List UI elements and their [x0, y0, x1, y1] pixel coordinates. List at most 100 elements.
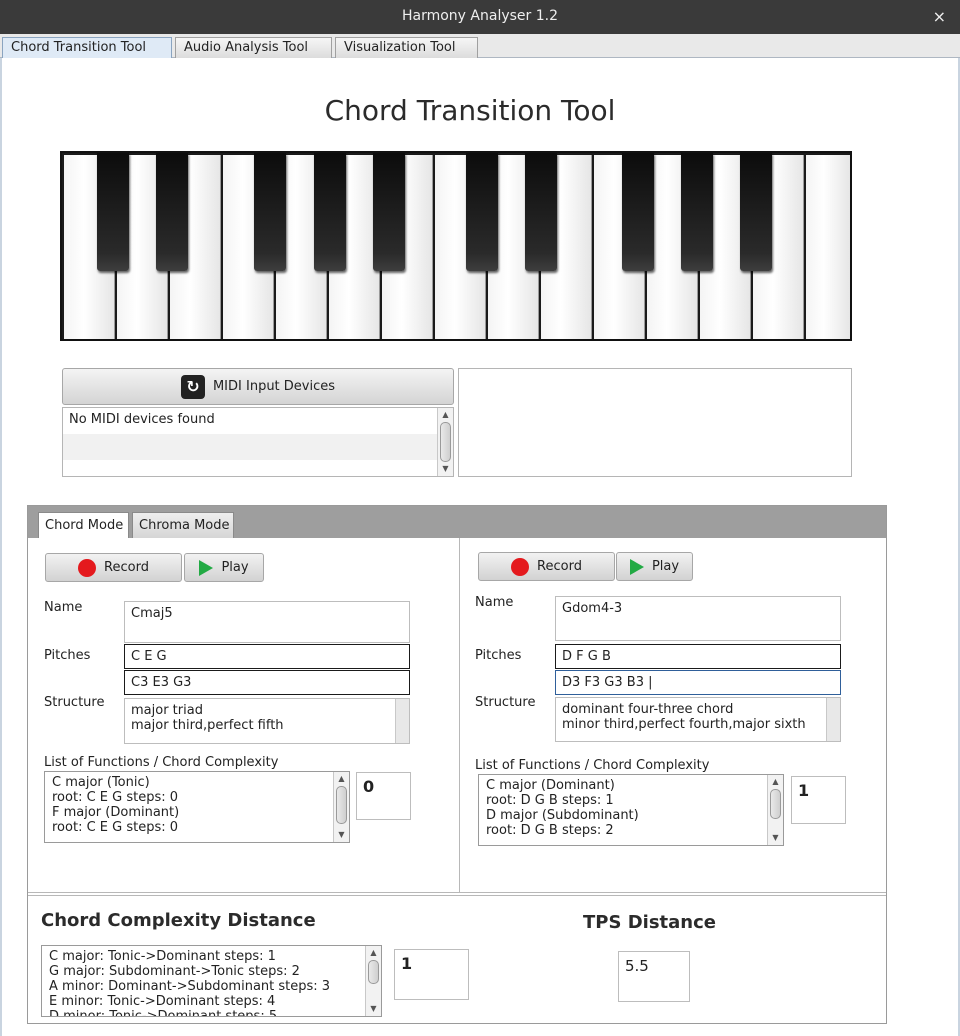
tab-chord-transition-tool[interactable]: Chord Transition Tool [2, 37, 172, 58]
midi-button-label: MIDI Input Devices [212, 379, 336, 394]
piano-black-key[interactable] [740, 153, 772, 271]
scroll-thumb[interactable] [440, 422, 451, 462]
list-item: G major: Subdominant->Tonic steps: 2 [49, 964, 300, 979]
right-structure-area[interactable]: dominant four-three chord minor third,pe… [555, 697, 841, 742]
piano-black-key[interactable] [525, 153, 557, 271]
right-pitches-octave-field[interactable]: D3 F3 G3 B3 | [555, 670, 841, 695]
record-icon [511, 557, 530, 576]
structure-line: minor third,perfect fourth,major sixth [562, 717, 806, 732]
midi-output-area [458, 368, 852, 477]
list-item: A minor: Dominant->Subdominant steps: 3 [49, 979, 331, 994]
piano-black-key[interactable] [156, 153, 188, 271]
tab-chord-mode[interactable]: Chord Mode [38, 512, 129, 538]
list-item[interactable]: No MIDI devices found [63, 408, 453, 434]
scroll-down-icon[interactable]: ▼ [366, 1002, 381, 1016]
scroll-thumb[interactable] [368, 960, 379, 984]
scroll-thumb[interactable] [336, 786, 347, 824]
left-functions-label: List of Functions / Chord Complexity [44, 755, 279, 770]
scroll-up-icon[interactable]: ▲ [438, 408, 453, 422]
horizontal-splitter[interactable] [28, 892, 886, 896]
left-structure-label: Structure [44, 695, 105, 710]
mode-tab-bar: Chord Mode Chroma Mode [28, 506, 886, 538]
left-pitches-octave-field[interactable]: C3 E3 G3 [124, 670, 410, 695]
list-item: C major (Dominant) [486, 778, 615, 793]
scrollbar[interactable] [826, 698, 840, 741]
structure-line: major third,perfect fifth [131, 718, 284, 733]
left-record-button[interactable]: Record [45, 553, 182, 582]
right-pitches-field[interactable]: D F G B [555, 644, 841, 669]
piano-black-key[interactable] [97, 153, 129, 271]
record-label: Record [104, 560, 149, 575]
list-item: C major (Tonic) [52, 775, 150, 790]
page-title: Chord Transition Tool [324, 94, 616, 127]
play-icon [199, 559, 214, 576]
left-pitches-label: Pitches [44, 648, 91, 663]
right-functions-list[interactable]: C major (Dominant) root: D G B steps: 1 … [478, 774, 784, 846]
right-name-label: Name [475, 595, 514, 610]
left-complexity-value: 0 [356, 772, 411, 820]
right-play-button[interactable]: Play [616, 552, 693, 581]
scroll-thumb[interactable] [770, 789, 781, 819]
list-item[interactable] [63, 434, 453, 460]
scrollbar[interactable]: ▲ ▼ [437, 408, 453, 476]
list-item: C major: Tonic->Dominant steps: 1 [49, 949, 276, 964]
chord-complexity-distance-list[interactable]: C major: Tonic->Dominant steps: 1 G majo… [41, 945, 382, 1017]
main-tab-bar: Chord Transition Tool Audio Analysis Too… [0, 34, 960, 58]
scroll-up-icon[interactable]: ▲ [366, 946, 381, 960]
tab-visualization-tool[interactable]: Visualization Tool [335, 37, 478, 58]
piano-keyboard[interactable] [60, 151, 852, 341]
right-structure-label: Structure [475, 695, 536, 710]
left-name-field[interactable]: Cmaj5 [124, 601, 410, 643]
scroll-down-icon[interactable]: ▼ [438, 462, 453, 476]
close-icon[interactable]: × [933, 7, 946, 26]
tps-distance-value: 5.5 [618, 951, 690, 1002]
tps-distance-title: TPS Distance [583, 912, 716, 933]
play-icon [629, 558, 644, 575]
piano-black-key[interactable] [254, 153, 286, 271]
play-label: Play [651, 559, 680, 574]
scroll-down-icon[interactable]: ▼ [334, 828, 349, 842]
structure-line: major triad [131, 703, 203, 718]
left-name-label: Name [44, 600, 83, 615]
structure-line: dominant four-three chord [562, 702, 734, 717]
right-record-button[interactable]: Record [478, 552, 615, 581]
scrollbar[interactable]: ▲ ▼ [333, 772, 349, 842]
list-item: D major (Subdominant) [486, 808, 639, 823]
scroll-down-icon[interactable]: ▼ [768, 831, 783, 845]
midi-device-list[interactable]: No MIDI devices found ▲ ▼ [62, 407, 454, 477]
tab-audio-analysis-tool[interactable]: Audio Analysis Tool [175, 37, 332, 58]
scrollbar[interactable]: ▲ ▼ [365, 946, 381, 1016]
scroll-up-icon[interactable]: ▲ [334, 772, 349, 786]
play-label: Play [221, 560, 249, 575]
list-item: E minor: Tonic->Dominant steps: 4 [49, 994, 276, 1009]
scrollbar[interactable]: ▲ ▼ [767, 775, 783, 845]
left-play-button[interactable]: Play [184, 553, 264, 582]
list-item: root: D G B steps: 2 [486, 823, 614, 838]
list-item: root: C E G steps: 0 [52, 790, 179, 805]
list-item: root: D G B steps: 1 [486, 793, 614, 808]
piano-black-key[interactable] [314, 153, 346, 271]
tab-chroma-mode[interactable]: Chroma Mode [132, 512, 234, 538]
left-pitches-field[interactable]: C E G [124, 644, 410, 669]
piano-black-key[interactable] [466, 153, 498, 271]
midi-input-devices-button[interactable]: ↻ MIDI Input Devices [62, 368, 454, 405]
vertical-splitter[interactable] [459, 538, 460, 893]
scroll-up-icon[interactable]: ▲ [768, 775, 783, 789]
chord-complexity-distance-value: 1 [394, 949, 469, 1000]
piano-black-key[interactable] [373, 153, 405, 271]
list-item: root: C E G steps: 0 [52, 820, 179, 835]
list-item: D minor: Tonic->Dominant steps: 5 [49, 1009, 278, 1017]
piano-white-key[interactable] [806, 155, 850, 339]
right-functions-label: List of Functions / Chord Complexity [475, 758, 710, 773]
left-functions-list[interactable]: C major (Tonic) root: C E G steps: 0 F m… [44, 771, 350, 843]
title-bar: Harmony Analyser 1.2 × [0, 0, 960, 34]
left-structure-area[interactable]: major triad major third,perfect fifth [124, 698, 410, 744]
piano-black-key[interactable] [681, 153, 713, 271]
scrollbar[interactable] [395, 699, 409, 743]
record-icon [78, 558, 97, 577]
piano-black-key[interactable] [622, 153, 654, 271]
list-item: F major (Dominant) [52, 805, 180, 820]
record-label: Record [537, 559, 582, 574]
right-complexity-value: 1 [791, 776, 846, 824]
right-name-field[interactable]: Gdom4-3 [555, 596, 841, 641]
